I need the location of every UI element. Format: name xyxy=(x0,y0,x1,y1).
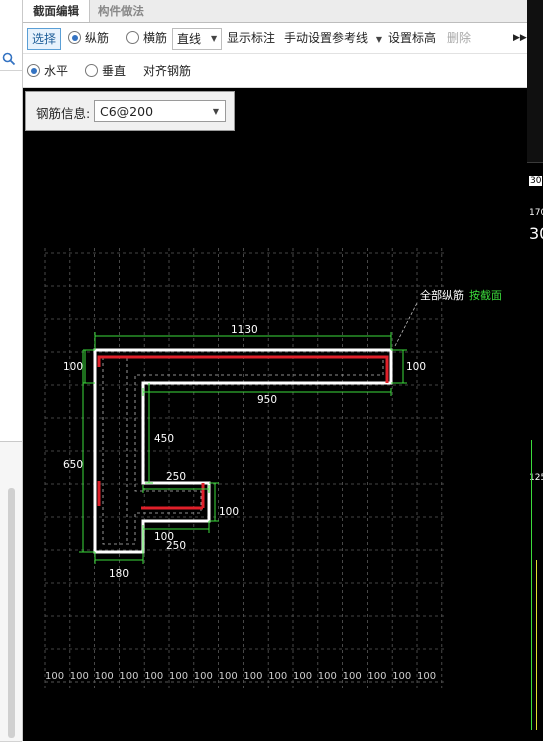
right-panel-edge: 30 170 30 125 xyxy=(527,0,543,741)
grid-tick-label: 100 xyxy=(268,671,287,682)
radio-longitudinal[interactable]: 纵筋 xyxy=(68,23,109,53)
grid-tick-label: 100 xyxy=(318,671,337,682)
delete-button[interactable]: 删除 xyxy=(447,23,471,53)
radio-dot xyxy=(126,31,139,44)
dim-right-top: 100 xyxy=(406,361,426,373)
show-annotation-button[interactable]: 显示标注 xyxy=(227,23,275,53)
dim-step-width: 250 xyxy=(166,471,186,483)
direction-toolbar: 水平 垂直 对齐钢筋 xyxy=(23,55,527,88)
radio-transverse-label: 横筋 xyxy=(143,31,168,45)
edit-toolbar: 选择 纵筋 横筋 直线 ▼ 显示标注 手动设置参考线 ▼ 设置标高 删除 ▶▶ xyxy=(23,23,527,54)
dim-inner-top: 950 xyxy=(257,394,277,406)
radio-transverse[interactable]: 横筋 xyxy=(126,23,167,53)
tab-section-edit[interactable]: 截面编辑 xyxy=(23,0,90,22)
grid-tick-label: 100 xyxy=(45,671,64,682)
radio-longitudinal-label: 纵筋 xyxy=(85,31,110,45)
dim-bottom-width: 180 xyxy=(109,568,129,580)
chevron-down-icon: ▼ xyxy=(211,34,218,43)
section-drawing[interactable]: 全部纵筋 按截面 1130 100 100 950 450 650 250 10… xyxy=(23,88,527,741)
manual-ref-line-dropdown[interactable]: 手动设置参考线 ▼ xyxy=(284,23,382,53)
grid-tick-label: 100 xyxy=(194,671,213,682)
grid-tick-label: 100 xyxy=(70,671,89,682)
right-fragment-2: 170 xyxy=(529,208,543,218)
set-elevation-button[interactable]: 设置标高 xyxy=(388,23,436,53)
rebar-info-panel: 钢筋信息: C6@200 ▼ xyxy=(25,91,235,131)
line-mode-dropdown[interactable]: 直线 ▼ xyxy=(172,28,222,50)
radio-dot xyxy=(27,64,40,77)
radio-dot xyxy=(85,64,98,77)
dim-top-width: 1130 xyxy=(231,324,258,336)
grid-tick-label: 100 xyxy=(119,671,138,682)
radio-vertical[interactable]: 垂直 xyxy=(85,56,126,86)
dim-step-right: 100 xyxy=(219,506,239,518)
left-panel-list xyxy=(0,71,22,442)
grid-tick-labels: 100 100 100 100 100 100 100 100 100 100 100 100 100 1… xyxy=(45,671,436,682)
grid-tick-label: 100 xyxy=(293,671,312,682)
rebar-info-label: 钢筋信息: xyxy=(36,106,91,121)
align-rebar-button[interactable]: 对齐钢筋 xyxy=(143,56,191,86)
dim-total-height: 650 xyxy=(63,459,83,471)
right-panel-top xyxy=(527,0,543,163)
grid-tick-label: 100 xyxy=(417,671,436,682)
search-icon[interactable] xyxy=(2,52,16,66)
grid-tick-label: 100 xyxy=(95,671,114,682)
left-panel-header xyxy=(0,0,22,49)
left-panel-lower xyxy=(0,442,22,742)
left-panel-edge xyxy=(0,0,23,742)
radio-dot xyxy=(68,31,81,44)
right-panel-lines xyxy=(531,440,532,730)
annotation-leader xyxy=(394,302,418,347)
grid-tick-label: 100 xyxy=(343,671,362,682)
chevron-down-icon: ▼ xyxy=(375,35,382,44)
grid-tick-label: 100 xyxy=(243,671,262,682)
chevron-down-icon: ▼ xyxy=(212,107,219,116)
double-chevron-right-icon[interactable]: ▶▶ xyxy=(513,23,527,53)
tab-component-method[interactable]: 构件做法 xyxy=(90,0,152,22)
left-panel-scrollbar[interactable] xyxy=(8,488,15,738)
rebar-info-dropdown[interactable]: C6@200 ▼ xyxy=(94,100,226,122)
grid-tick-label: 100 xyxy=(219,671,238,682)
right-fragment-3: 30 xyxy=(529,224,543,243)
dim-bottom-step: 250 xyxy=(166,540,186,552)
right-fragment-1: 30 xyxy=(529,176,543,186)
radio-horizontal[interactable]: 水平 xyxy=(27,56,68,86)
tab-bar: 截面编辑 构件做法 xyxy=(23,0,527,23)
grid-tick-label: 100 xyxy=(144,671,163,682)
annotation-text: 全部纵筋 xyxy=(420,288,464,302)
grid-tick-label: 100 xyxy=(367,671,386,682)
grid-lines xyxy=(44,248,445,688)
manual-ref-line-label: 手动设置参考线 xyxy=(284,31,369,45)
radio-vertical-label: 垂直 xyxy=(102,64,127,78)
dim-left-top: 100 xyxy=(63,361,83,373)
annotation-link[interactable]: 按截面 xyxy=(469,288,502,302)
dimension-labels: 1130 100 100 950 450 650 250 100 100 250… xyxy=(63,324,426,580)
section-canvas[interactable]: 全部纵筋 按截面 1130 100 100 950 450 650 250 10… xyxy=(23,88,527,741)
select-button[interactable]: 选择 xyxy=(27,28,61,50)
left-panel-search[interactable] xyxy=(0,48,22,71)
rebar-info-value: C6@200 xyxy=(100,104,154,119)
line-mode-label: 直线 xyxy=(177,32,202,46)
grid-tick-label: 100 xyxy=(392,671,411,682)
radio-horizontal-label: 水平 xyxy=(44,64,69,78)
grid-tick-label: 100 xyxy=(169,671,188,682)
right-panel-lines-2 xyxy=(536,560,537,730)
dim-inner-vertical: 450 xyxy=(154,433,174,445)
